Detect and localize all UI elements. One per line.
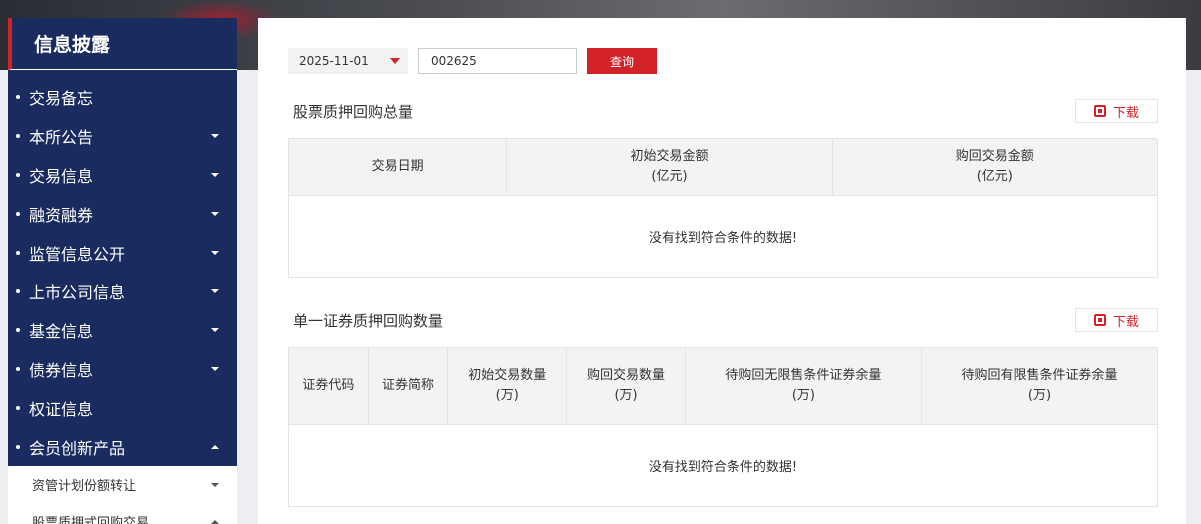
download-icon (1093, 314, 1106, 326)
sidebar-item[interactable]: 交易信息 (8, 156, 237, 195)
bullet-icon (16, 95, 20, 100)
column-header: 交易日期 (287, 138, 508, 196)
column-header: 购回交易金额 (亿元) (831, 138, 1159, 196)
sidebar-menu: 交易备忘本所公告交易信息融资融券监管信息公开 上市公司信息 基金信息债券信息权证信息… (8, 70, 237, 466)
caret-down-icon (211, 250, 219, 255)
sidebar-item[interactable]: 本所公告 (8, 117, 237, 156)
download-button-2[interactable]: 下载 (1075, 308, 1158, 332)
sidebar-item-label: 融资融券 (29, 205, 94, 225)
sidebar-item[interactable]: 上市公司信息 (8, 272, 237, 311)
caret-down-icon (211, 172, 219, 177)
sidebar-item-label: 权证信息 (29, 399, 94, 419)
download-button-1[interactable]: 下载 (1075, 99, 1158, 123)
sidebar: 信息披露 交易备忘本所公告交易信息融资融券监管信息公开 上市公司信息 基金信息债券信… (8, 18, 237, 524)
sidebar-item-label: 基金信息 (29, 322, 94, 342)
sidebar-subitem[interactable]: 股票质押式回购交易 (8, 503, 237, 524)
column-header: 初始交易数量 (万) (447, 347, 568, 425)
caret-down-icon (211, 211, 219, 216)
bullet-icon (16, 211, 20, 216)
sidebar-submenu: 资管计划份额转让股票质押式回购交易 (8, 466, 237, 524)
section1-title: 股票质押回购总量 (293, 103, 414, 121)
bullet-icon (16, 172, 20, 177)
bullet-icon (16, 444, 20, 449)
security-code-input[interactable] (418, 48, 577, 74)
sidebar-subitem[interactable]: 资管计划份额转让 (8, 466, 237, 503)
download-label: 下载 (1112, 314, 1139, 330)
sidebar-item[interactable]: 基金信息 (8, 311, 237, 350)
caret-down-icon (390, 58, 400, 64)
security-table: 证券代码 证券简称 初始交易数量 (万) 购回交易数量 (万) 待购回无限售条件证券余量… (288, 347, 1159, 507)
date-select-value: 2025-11-01 (299, 54, 369, 68)
sidebar-subitem-label: 股票质押式回购交易 (32, 516, 150, 524)
sidebar-item-label: 交易信息 (29, 166, 94, 186)
bullet-icon (16, 366, 20, 371)
bullet-icon (16, 328, 20, 333)
empty-message: 没有找到符合条件的数据! (288, 424, 1158, 507)
bullet-icon (16, 250, 20, 255)
download-icon (1093, 105, 1106, 117)
caret-up-icon (211, 519, 219, 524)
sidebar-item[interactable]: 债券信息 (8, 350, 237, 389)
caret-down-icon (211, 366, 219, 371)
sidebar-item[interactable]: 监管信息公开 (8, 233, 237, 272)
main-content: 2025-11-01 查询 股票质押回购总量 下载 交易日期初始交易金额 (亿元… (258, 18, 1186, 524)
sidebar-item-label: 上市公司信息 (29, 283, 126, 303)
column-header: 证券代码 (288, 347, 369, 425)
column-header: 购回交易数量 (万) (566, 347, 686, 425)
caret-up-icon (211, 444, 219, 449)
sidebar-subitem-label: 资管计划份额转让 (32, 479, 137, 494)
column-header: 证券简称 (367, 347, 449, 425)
bullet-icon (16, 405, 20, 410)
column-header: 待购回无限售条件证券余量 (万) (684, 347, 922, 425)
section2-title: 单一证券质押回购数量 (293, 312, 444, 330)
sidebar-item[interactable]: 交易备忘 (8, 78, 237, 117)
query-toolbar: 2025-11-01 查询 (288, 48, 657, 74)
query-button[interactable]: 查询 (587, 48, 657, 74)
sidebar-item-label: 监管信息公开 (29, 244, 126, 264)
sidebar-item-label: 交易备忘 (29, 89, 94, 109)
sidebar-item[interactable]: 权证信息 (8, 388, 237, 427)
summary-table: 交易日期 初始交易金额 (亿元) 购回交易金额 (亿元) 没有找到符合条件的数据! (287, 138, 1159, 278)
download-label: 下载 (1112, 105, 1139, 121)
caret-down-icon (211, 289, 219, 294)
sidebar-item-label: 会员创新产品 (29, 438, 126, 458)
caret-down-icon (211, 482, 219, 487)
sidebar-item[interactable]: 融资融券 (8, 194, 237, 233)
caret-down-icon (211, 328, 219, 333)
column-header: 待购回有限售条件证券余量 (万) (920, 347, 1159, 425)
column-header: 初始交易金额 (亿元) (506, 138, 833, 196)
bullet-icon (16, 134, 20, 139)
empty-message: 没有找到符合条件的数据! (288, 195, 1158, 278)
sidebar-title: 信息披露 (8, 18, 237, 70)
bullet-icon (16, 289, 20, 294)
sidebar-item[interactable]: 会员创新产品 (8, 427, 237, 466)
caret-down-icon (211, 134, 219, 139)
sidebar-item-label: 本所公告 (29, 128, 94, 148)
date-select[interactable]: 2025-11-01 (288, 48, 408, 74)
sidebar-item-label: 债券信息 (29, 360, 94, 380)
